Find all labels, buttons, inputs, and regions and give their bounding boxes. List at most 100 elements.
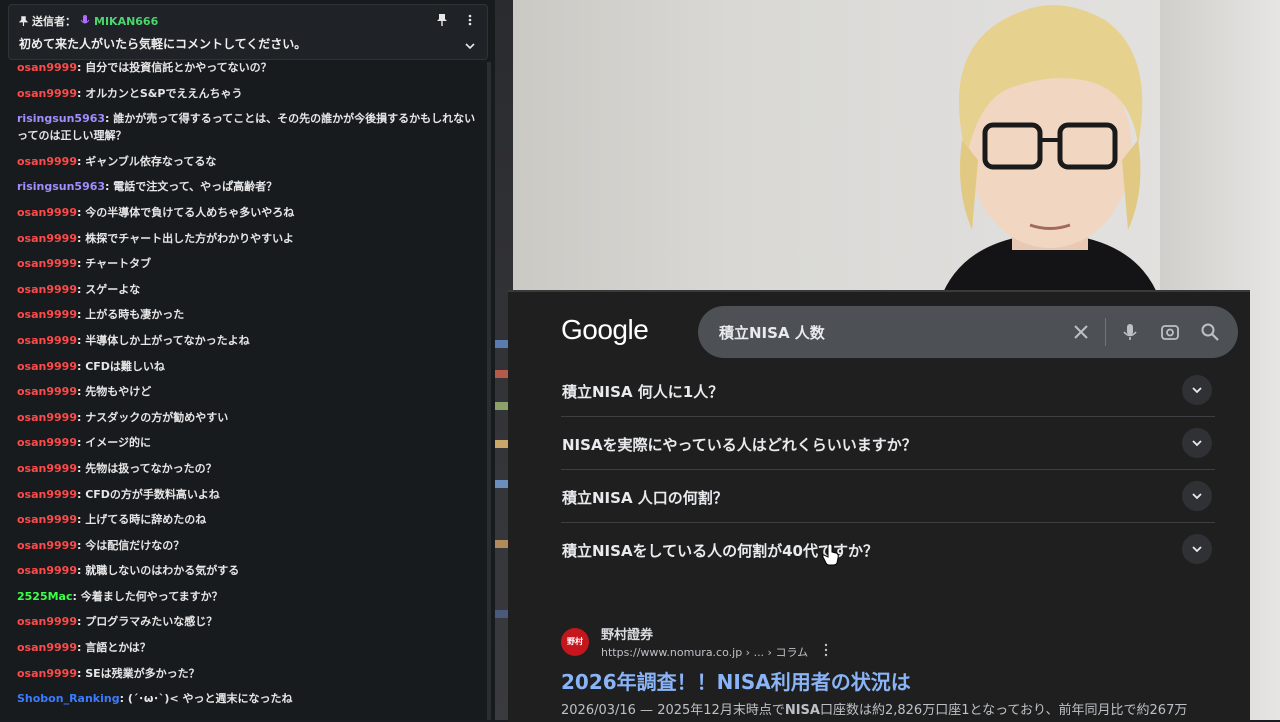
pin-icon[interactable] (435, 13, 449, 27)
google-search-window: Google 積立NISA 人数 積立NISA 何人に1人？ NISAを実際にや… (508, 290, 1250, 722)
lens-icon[interactable] (1160, 322, 1180, 342)
pinned-message[interactable]: 送信者： MIKAN666 初めて来た人がいたら気軽にコメントしてください。 (8, 4, 488, 60)
chat-text: CFDは難しいね (85, 359, 165, 373)
chat-scrollbar[interactable] (487, 62, 491, 720)
expand-button[interactable] (1182, 481, 1212, 511)
chat-username[interactable]: osan9999 (17, 488, 77, 501)
chat-separator: : (76, 538, 86, 552)
question-item[interactable]: NISAを実際にやっている人はどれくらいいますか？ (561, 417, 1215, 470)
chat-username[interactable]: osan9999 (17, 232, 77, 245)
chat-separator: : (76, 461, 86, 475)
question-item[interactable]: 積立NISA 何人に1人？ (561, 364, 1215, 417)
chat-username[interactable]: osan9999 (17, 155, 77, 168)
expand-button[interactable] (1182, 375, 1212, 405)
chat-username[interactable]: Shobon_Ranking (17, 692, 120, 705)
snippet-date: 2026/03/16 — (561, 703, 658, 718)
chat-text: ナスダックの方が勧めやすい (85, 410, 229, 424)
hand-cursor-icon (822, 544, 839, 566)
question-text: 積立NISA 何人に1人？ (562, 383, 724, 401)
chat-username[interactable]: osan9999 (17, 641, 77, 654)
chat-separator: : (119, 692, 128, 706)
chat-text: イメージ的に (85, 436, 151, 450)
chat-message: 2525Mac: 今着ました何やってますか？ (17, 588, 482, 605)
chat-username[interactable]: osan9999 (17, 334, 77, 347)
chat-text: 株探でチャート出した方がわかりやすいよ (85, 231, 294, 245)
chat-message: osan9999: 株探でチャート出した方がわかりやすいよ (17, 230, 482, 247)
pinned-sender-label: 送信者： (32, 15, 76, 28)
chat-message: osan9999: CFDは難しいね (17, 358, 482, 375)
chat-text: スゲーよな (85, 282, 141, 296)
voice-search-icon[interactable] (1120, 322, 1140, 342)
chat-text: (´･ω･`)< やっと週末になったね (127, 692, 293, 706)
chat-username[interactable]: osan9999 (17, 411, 77, 424)
chat-username[interactable]: risingsun5963 (17, 112, 105, 125)
chevron-down-icon (1192, 493, 1202, 500)
chat-message: osan9999: 今の半導体で負けてる人めちゃ多いやろね (17, 204, 482, 221)
search-input[interactable]: 積立NISA 人数 (719, 322, 825, 343)
chat-separator: : (76, 564, 86, 578)
pinned-sender-name[interactable]: MIKAN666 (94, 15, 158, 28)
chat-message: osan9999: ギャンブル依存なってるな (17, 153, 482, 170)
chat-separator: : (76, 257, 86, 271)
chat-message: osan9999: 就職しないのはわかる気がする (17, 562, 482, 579)
question-item[interactable]: 積立NISA 人口の何割？ (561, 470, 1215, 523)
chevron-down-icon[interactable] (463, 39, 477, 53)
people-also-ask: 積立NISA 何人に1人？ NISAを実際にやっている人はどれくらいいますか？ … (561, 364, 1215, 575)
chat-username[interactable]: osan9999 (17, 462, 77, 475)
chat-separator: : (76, 513, 86, 527)
chat-text: オルカンとS&Pでええんちゃう (85, 86, 243, 100)
chat-username[interactable]: osan9999 (17, 283, 77, 296)
chat-message: osan9999: 自分では投資信託とかやってないの？ (17, 59, 482, 76)
chat-separator: : (76, 231, 86, 245)
chat-separator: : (76, 410, 86, 424)
chat-message: osan9999: 半導体しか上がってなかったよね (17, 332, 482, 349)
chat-username[interactable]: osan9999 (17, 436, 77, 449)
chat-separator: : (76, 641, 86, 655)
chat-message: osan9999: ナスダックの方が勧めやすい (17, 409, 482, 426)
chat-separator: : (76, 385, 86, 399)
chat-username[interactable]: osan9999 (17, 539, 77, 552)
result-title-link[interactable]: 2026年調査！！NISA利用者の状況は (561, 666, 911, 695)
chat-username[interactable]: osan9999 (17, 564, 77, 577)
chat-username[interactable]: osan9999 (17, 360, 77, 373)
chat-username[interactable]: osan9999 (17, 667, 77, 680)
google-logo[interactable]: Google (561, 314, 649, 346)
chat-username[interactable]: osan9999 (17, 308, 77, 321)
question-item[interactable]: 積立NISAをしている人の何割が40代ですか？ (561, 523, 1215, 575)
chat-message: osan9999: 今は配信だけなの？ (17, 537, 482, 554)
chat-username[interactable]: osan9999 (17, 385, 77, 398)
chevron-down-icon (1192, 546, 1202, 553)
chat-username[interactable]: osan9999 (17, 61, 77, 74)
chat-separator: : (76, 359, 86, 373)
chevron-down-icon (1192, 387, 1202, 394)
clear-icon[interactable] (1071, 322, 1091, 342)
chat-text: ってのは正しい理解？ (17, 129, 127, 143)
chat-username[interactable]: osan9999 (17, 513, 77, 526)
chat-separator: : (76, 436, 86, 450)
streamer-avatar (940, 5, 1160, 300)
chat-separator: : (76, 666, 86, 680)
pinned-text: 初めて来た人がいたら気軽にコメントしてください。 (19, 37, 307, 51)
chat-separator: : (76, 282, 86, 296)
expand-button[interactable] (1182, 534, 1212, 564)
chat-username[interactable]: osan9999 (17, 87, 77, 100)
site-favicon: 野村 (561, 628, 589, 656)
search-bar[interactable]: 積立NISA 人数 (698, 306, 1238, 358)
pin-small-icon (19, 16, 28, 26)
site-name[interactable]: 野村證券 (601, 624, 653, 643)
chat-username[interactable]: osan9999 (17, 615, 77, 628)
chat-message: osan9999: SEは残業が多かった？ (17, 665, 482, 682)
chat-separator: : (76, 487, 86, 501)
chat-separator: : (76, 205, 86, 219)
expand-button[interactable] (1182, 428, 1212, 458)
chat-username[interactable]: osan9999 (17, 257, 77, 270)
site-url[interactable]: https://www.nomura.co.jp › ... › コラム (601, 644, 808, 660)
more-options-icon[interactable] (463, 13, 477, 27)
chat-message: osan9999: 上がる時も凄かった (17, 306, 482, 323)
chat-username[interactable]: 2525Mac (17, 590, 73, 603)
more-options-icon[interactable] (823, 642, 829, 658)
chat-username[interactable]: osan9999 (17, 206, 77, 219)
chat-username[interactable]: risingsun5963 (17, 180, 105, 193)
chat-text: 誰かが売って得するってことは、その先の誰かが今後損するかもしれない (113, 112, 476, 126)
search-icon[interactable] (1200, 322, 1220, 342)
